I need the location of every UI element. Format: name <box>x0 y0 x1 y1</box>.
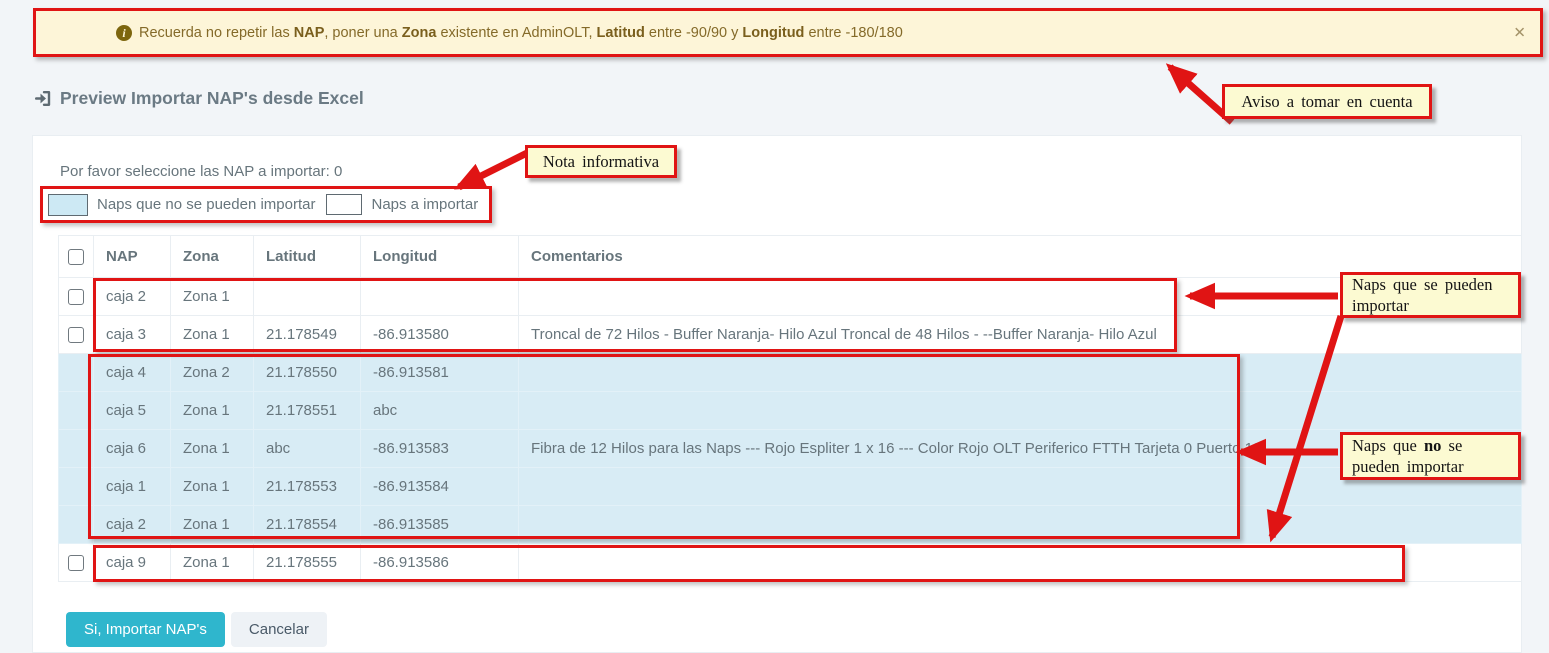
callout-aviso: Aviso a tomar en cuenta <box>1222 84 1432 119</box>
callout-importables: Naps que se pueden importar <box>1340 272 1521 318</box>
callout-nota: Nota informativa <box>525 145 677 178</box>
table-row-blocked: caja 2Zona 121.178554-86.913585 <box>59 506 1522 544</box>
cell-longitud: -86.913581 <box>361 354 519 392</box>
blocked-color-swatch <box>48 194 88 216</box>
cell-zona: Zona 1 <box>171 316 254 354</box>
nap-table: NAPZonaLatitudLongitudComentarios caja 2… <box>58 235 1522 582</box>
cell-latitud: 21.178551 <box>254 392 361 430</box>
sign-in-icon <box>33 89 52 108</box>
table-row-blocked: caja 4Zona 221.178550-86.913581 <box>59 354 1522 392</box>
cell-longitud: abc <box>361 392 519 430</box>
column-header: Zona <box>171 236 254 278</box>
cell-nap: caja 5 <box>94 392 171 430</box>
column-header: Longitud <box>361 236 519 278</box>
table-row-blocked: caja 5Zona 121.178551abc <box>59 392 1522 430</box>
cell-latitud: 21.178550 <box>254 354 361 392</box>
info-icon: i <box>116 25 132 41</box>
cell-longitud: -86.913583 <box>361 430 519 468</box>
cell-longitud: -86.913580 <box>361 316 519 354</box>
import-confirm-button[interactable]: Si, Importar NAP's <box>66 612 225 647</box>
page-title: Preview Importar NAP's desde Excel <box>33 88 364 109</box>
warning-alert: i Recuerda no repetir las NAP, poner una… <box>36 11 1540 54</box>
annotation-box-legend: Naps que no se pueden importar Naps a im… <box>40 186 492 223</box>
cell-nap: caja 4 <box>94 354 171 392</box>
select-note: Por favor seleccione las NAP a importar:… <box>60 163 342 180</box>
footer-buttons: Si, Importar NAP's Cancelar <box>66 612 327 647</box>
legend-import-label: Naps a importar <box>371 196 478 213</box>
select-note-label: Por favor seleccione las NAP a importar: <box>60 163 330 180</box>
row-checkbox[interactable] <box>68 555 84 571</box>
cell-comentarios <box>519 392 1522 430</box>
select-all-checkbox[interactable] <box>68 249 84 265</box>
cell-comentarios <box>519 506 1522 544</box>
cell-nap: caja 2 <box>94 278 171 316</box>
column-header: NAP <box>94 236 171 278</box>
cell-comentarios <box>519 354 1522 392</box>
cell-nap: caja 9 <box>94 544 171 582</box>
cell-latitud: 21.178555 <box>254 544 361 582</box>
table-row-blocked: caja 1Zona 121.178553-86.913584 <box>59 468 1522 506</box>
cell-longitud: -86.913584 <box>361 468 519 506</box>
column-header: Latitud <box>254 236 361 278</box>
table-row-blocked: caja 6Zona 1abc-86.913583Fibra de 12 Hil… <box>59 430 1522 468</box>
legend-blocked-label: Naps que no se pueden importar <box>97 196 315 213</box>
cell-zona: Zona 1 <box>171 506 254 544</box>
row-checkbox[interactable] <box>68 327 84 343</box>
importable-color-swatch <box>326 194 362 215</box>
import-preview-page: i Recuerda no repetir las NAP, poner una… <box>0 0 1549 653</box>
cell-comentarios <box>519 544 1522 582</box>
selected-count: 0 <box>334 163 342 180</box>
cell-latitud: 21.178549 <box>254 316 361 354</box>
cell-zona: Zona 1 <box>171 544 254 582</box>
cell-latitud: 21.178554 <box>254 506 361 544</box>
cell-nap: caja 2 <box>94 506 171 544</box>
cell-latitud: abc <box>254 430 361 468</box>
alert-close-button[interactable]: ✕ <box>1513 25 1526 40</box>
cell-comentarios: Troncal de 72 Hilos - Buffer Naranja- Hi… <box>519 316 1522 354</box>
cell-zona: Zona 1 <box>171 468 254 506</box>
nap-table-wrap: NAPZonaLatitudLongitudComentarios caja 2… <box>58 235 1522 582</box>
table-row-importable: caja 2Zona 1 <box>59 278 1522 316</box>
cell-zona: Zona 1 <box>171 278 254 316</box>
table-row-importable: caja 9Zona 121.178555-86.913586 <box>59 544 1522 582</box>
callout-no-importables: Naps que no se pueden importar <box>1340 432 1521 480</box>
cell-longitud: -86.913586 <box>361 544 519 582</box>
table-row-importable: caja 3Zona 121.178549-86.913580Troncal d… <box>59 316 1522 354</box>
table-body: caja 2Zona 1caja 3Zona 121.178549-86.913… <box>59 278 1522 582</box>
cell-zona: Zona 2 <box>171 354 254 392</box>
cell-longitud <box>361 278 519 316</box>
cell-zona: Zona 1 <box>171 392 254 430</box>
cell-nap: caja 1 <box>94 468 171 506</box>
cell-latitud: 21.178553 <box>254 468 361 506</box>
cell-zona: Zona 1 <box>171 430 254 468</box>
cell-longitud: -86.913585 <box>361 506 519 544</box>
alert-message: Recuerda no repetir las NAP, poner una Z… <box>139 25 903 41</box>
callout-no-importables-text: Naps que no se pueden importar <box>1352 435 1509 477</box>
cancel-button[interactable]: Cancelar <box>231 612 327 647</box>
cell-nap: caja 6 <box>94 430 171 468</box>
cell-latitud <box>254 278 361 316</box>
row-checkbox[interactable] <box>68 289 84 305</box>
cell-nap: caja 3 <box>94 316 171 354</box>
callout-importables-text: Naps que se pueden importar <box>1352 274 1509 316</box>
annotation-box-alert: i Recuerda no repetir las NAP, poner una… <box>33 8 1543 57</box>
table-header-row: NAPZonaLatitudLongitudComentarios <box>59 236 1522 278</box>
page-title-text: Preview Importar NAP's desde Excel <box>60 88 364 109</box>
